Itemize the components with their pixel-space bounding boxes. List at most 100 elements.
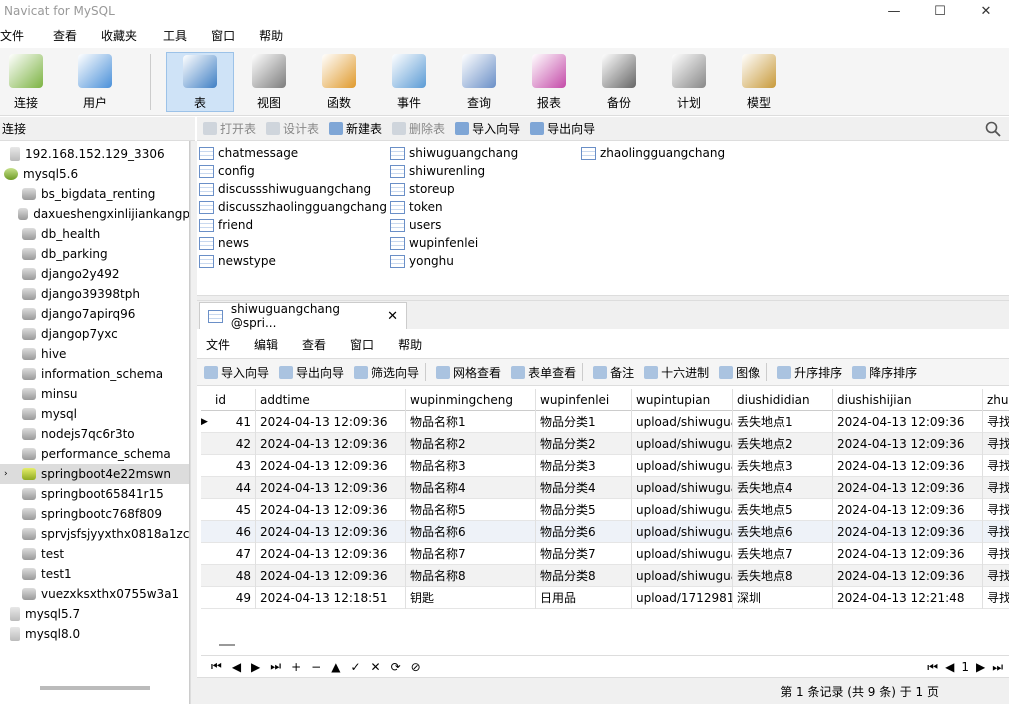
grid-cell[interactable]: 深圳 bbox=[733, 587, 833, 609]
tree-item[interactable]: vuezxksxthx0755w3a1 bbox=[4, 584, 189, 604]
grid-cell[interactable]: 41 bbox=[211, 411, 256, 433]
grid-cell[interactable]: 2024-04-13 12:18:51 bbox=[256, 587, 406, 609]
tree-item[interactable]: django39398tph bbox=[4, 284, 189, 304]
grid-cell[interactable]: 2024-04-13 12:09:36 bbox=[256, 521, 406, 543]
table-list-item[interactable]: storeup bbox=[390, 180, 455, 198]
column-header[interactable]: diushididian bbox=[733, 389, 833, 411]
grid-cell[interactable]: 2024-04-13 12:09:36 bbox=[256, 411, 406, 433]
tree-item[interactable]: djangop7yxc bbox=[4, 324, 189, 344]
toolbar-event-button[interactable]: 事件 bbox=[376, 52, 442, 112]
tree-item[interactable]: db_health bbox=[4, 224, 189, 244]
tree-item[interactable]: springbootc768f809 bbox=[4, 504, 189, 524]
table-row[interactable]: 48 2024-04-13 12:09:36 物品名称8 物品分类8 upload/sh… bbox=[201, 565, 1009, 587]
tree-item[interactable]: mysql bbox=[4, 404, 189, 424]
menu-view[interactable]: 查看 bbox=[53, 27, 91, 44]
objbar-delete-table-button[interactable]: 删除表 bbox=[392, 120, 445, 137]
grid-cell[interactable]: upload/shiwugua bbox=[632, 455, 733, 477]
table-toolbar-grid-view-button[interactable]: 网格查看 bbox=[436, 364, 501, 381]
toolbar-query-button[interactable]: 查询 bbox=[446, 52, 512, 112]
grid-cell[interactable]: 寻找 bbox=[983, 455, 1009, 477]
grid-cell[interactable]: 2024-04-13 12:09:36 bbox=[256, 543, 406, 565]
toolbar-function-button[interactable]: 函数 bbox=[306, 52, 372, 112]
table-row[interactable]: 42 2024-04-13 12:09:36 物品名称2 物品分类2 upload/sh… bbox=[201, 433, 1009, 455]
toolbar-backup-button[interactable]: 备份 bbox=[586, 52, 652, 112]
grid-cell[interactable]: 46 bbox=[211, 521, 256, 543]
tab-shiwuguangchang[interactable]: shiwuguangchang @spri... ✕ bbox=[199, 302, 407, 330]
grid-cell[interactable]: 丢失地点3 bbox=[733, 455, 833, 477]
grid-cell[interactable]: 45 bbox=[211, 499, 256, 521]
grid-cell[interactable]: 钥匙 bbox=[406, 587, 536, 609]
table-menu-item[interactable]: 查看 bbox=[302, 336, 326, 353]
grid-cell[interactable]: 寻找 bbox=[983, 477, 1009, 499]
grid-cell[interactable]: 2024-04-13 12:09:36 bbox=[833, 499, 983, 521]
grid-cell[interactable]: 47 bbox=[211, 543, 256, 565]
grid-cell[interactable]: 寻找 bbox=[983, 433, 1009, 455]
tree-item[interactable]: test1 bbox=[4, 564, 189, 584]
toolbar-model-button[interactable]: 模型 bbox=[726, 52, 792, 112]
toolbar-connection-button[interactable]: 连接 bbox=[0, 52, 59, 112]
tree-item[interactable]: performance_schema bbox=[4, 444, 189, 464]
prev-record-button[interactable]: ◀ bbox=[232, 660, 241, 674]
grid-cell[interactable]: 寻找 bbox=[983, 499, 1009, 521]
tree-item[interactable]: bs_bigdata_renting bbox=[4, 184, 189, 204]
grid-cell[interactable]: 物品名称8 bbox=[406, 565, 536, 587]
grid-cell[interactable]: 44 bbox=[211, 477, 256, 499]
grid-cell[interactable]: 寻找 bbox=[983, 521, 1009, 543]
grid-cell[interactable]: upload/shiwugua bbox=[632, 565, 733, 587]
column-header[interactable]: wupintupian bbox=[632, 389, 733, 411]
tree-item[interactable]: db_parking bbox=[4, 244, 189, 264]
tree-item[interactable]: django7apirq96 bbox=[4, 304, 189, 324]
menu-help[interactable]: 帮助 bbox=[259, 27, 297, 44]
table-row[interactable]: 44 2024-04-13 12:09:36 物品名称4 物品分类4 upload/sh… bbox=[201, 477, 1009, 499]
grid-cell[interactable]: 物品分类8 bbox=[536, 565, 632, 587]
pager-page-number[interactable]: 1 bbox=[961, 660, 969, 674]
toolbar-view-button[interactable]: 视图 bbox=[236, 52, 302, 112]
grid-cell[interactable]: 丢失地点7 bbox=[733, 543, 833, 565]
tab-close-icon[interactable]: ✕ bbox=[387, 309, 398, 324]
pager-last-button[interactable]: ⏭ bbox=[992, 660, 1003, 675]
grid-cell[interactable]: 寻找 bbox=[983, 411, 1009, 433]
grid-cell[interactable]: 丢失地点5 bbox=[733, 499, 833, 521]
grid-cell[interactable]: 2024-04-13 12:09:36 bbox=[833, 543, 983, 565]
menu-tools[interactable]: 工具 bbox=[163, 27, 201, 44]
grid-cell[interactable]: 寻找 bbox=[983, 565, 1009, 587]
grid-cell[interactable]: 2024-04-13 12:21:48 bbox=[833, 587, 983, 609]
grid-cell[interactable]: 丢失地点8 bbox=[733, 565, 833, 587]
table-toolbar-image-button[interactable]: 图像 bbox=[719, 364, 760, 381]
table-toolbar-sort-asc-button[interactable]: 升序排序 bbox=[777, 364, 842, 381]
table-list-item[interactable]: shiwurenling bbox=[390, 162, 485, 180]
tree-item[interactable]: hive bbox=[4, 344, 189, 364]
objbar-import-wizard-button[interactable]: 导入向导 bbox=[455, 120, 520, 137]
grid-cell[interactable]: upload/shiwugua bbox=[632, 477, 733, 499]
tree-item[interactable]: django2y492 bbox=[4, 264, 189, 284]
refresh-button[interactable]: ⟳ bbox=[391, 660, 401, 674]
toolbar-report-button[interactable]: 报表 bbox=[516, 52, 582, 112]
toolbar-user-button[interactable]: 用户 bbox=[62, 52, 128, 112]
tree-item[interactable]: springboot65841r15 bbox=[4, 484, 189, 504]
column-header[interactable]: wupinfenlei bbox=[536, 389, 632, 411]
grid-cell[interactable]: 2024-04-13 12:09:36 bbox=[256, 499, 406, 521]
grid-cell[interactable]: 丢失地点1 bbox=[733, 411, 833, 433]
toolbar-table-button[interactable]: 表 bbox=[166, 52, 234, 112]
pager-first-button[interactable]: ⏮ bbox=[927, 660, 938, 675]
grid-cell[interactable]: upload/shiwugua bbox=[632, 411, 733, 433]
table-row[interactable]: ▶ 41 2024-04-13 12:09:36 物品名称1 物品分类1 upload/s… bbox=[201, 411, 1009, 433]
up-button[interactable]: ▲ bbox=[331, 660, 340, 674]
grid-cell[interactable]: 寻找 bbox=[983, 543, 1009, 565]
grid-cell[interactable]: upload/shiwugua bbox=[632, 499, 733, 521]
grid-cell[interactable]: 物品名称3 bbox=[406, 455, 536, 477]
vertical-splitter[interactable] bbox=[190, 141, 197, 704]
grid-cell[interactable]: 2024-04-13 12:09:36 bbox=[256, 565, 406, 587]
tree-item[interactable]: mysql5.6 bbox=[4, 164, 189, 184]
grid-cell[interactable]: 42 bbox=[211, 433, 256, 455]
table-row[interactable]: 49 2024-04-13 12:18:51 钥匙 日用品 upload/1712981… bbox=[201, 587, 1009, 609]
grid-cell[interactable]: 48 bbox=[211, 565, 256, 587]
apply-button[interactable]: ✓ bbox=[350, 660, 360, 674]
table-list-item[interactable]: yonghu bbox=[390, 252, 454, 270]
grid-cell[interactable]: 物品名称2 bbox=[406, 433, 536, 455]
table-toolbar-hex-button[interactable]: 十六进制 bbox=[644, 364, 709, 381]
table-list-item[interactable]: wupinfenlei bbox=[390, 234, 478, 252]
table-toolbar-filter-button[interactable]: 筛选向导 bbox=[354, 364, 419, 381]
tree-item[interactable]: mysql5.7 bbox=[4, 604, 189, 624]
grid-cell[interactable]: 物品名称4 bbox=[406, 477, 536, 499]
